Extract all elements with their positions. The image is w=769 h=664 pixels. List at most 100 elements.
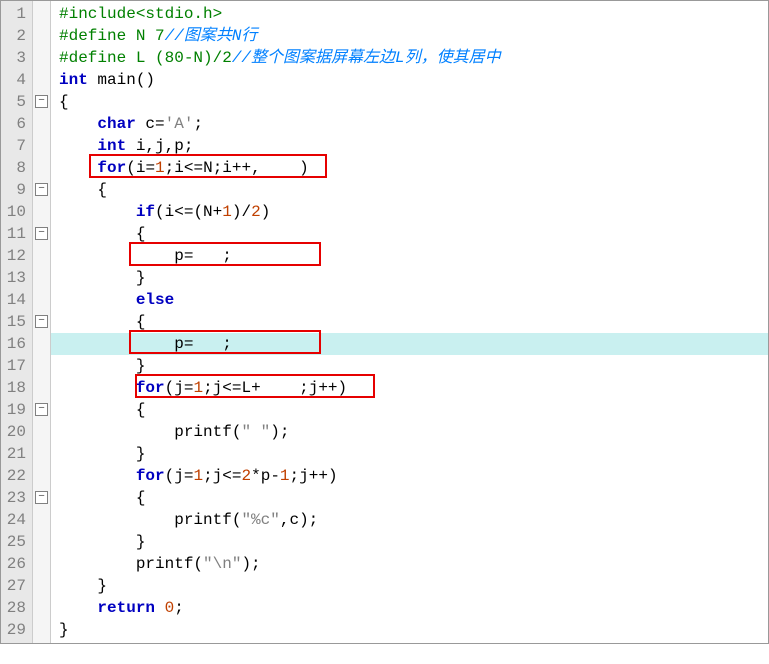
token-kw: int <box>97 137 135 155</box>
code-line: char c='A'; <box>59 113 768 135</box>
token-op: = ; <box>184 247 232 265</box>
token-br: ( <box>193 203 203 221</box>
line-number: 21 <box>5 443 26 465</box>
token-id: N <box>203 159 213 177</box>
token-op: ; <box>203 467 213 485</box>
token-op: <= <box>222 467 241 485</box>
line-number: 5 <box>5 91 26 113</box>
token-id: main <box>97 71 135 89</box>
code-line: else <box>59 289 768 311</box>
token-op: <= <box>174 203 193 221</box>
token-op: <= <box>222 379 241 397</box>
token-op: ; <box>290 467 300 485</box>
token-kw: if <box>136 203 155 221</box>
code-editor: 1234567891011121314151617181920212223242… <box>0 0 769 644</box>
token-op: + <box>213 203 223 221</box>
code-line: int main() <box>59 69 768 91</box>
line-number: 11 <box>5 223 26 245</box>
line-number: 23 <box>5 487 26 509</box>
token-cm: //图案共N行 <box>165 27 258 45</box>
code-line: printf(" "); <box>59 421 768 443</box>
token-id: j <box>174 467 184 485</box>
code-line: int i,j,p; <box>59 135 768 157</box>
line-number: 29 <box>5 619 26 641</box>
token-br: } <box>136 357 146 375</box>
token-op: / <box>241 203 251 221</box>
token-id: j <box>213 467 223 485</box>
token-nu: 0 <box>165 599 175 617</box>
token-nu: 1 <box>222 203 232 221</box>
token-op: = <box>155 115 165 133</box>
token-br: ( <box>165 467 175 485</box>
code-line: } <box>59 531 768 553</box>
fold-toggle-icon[interactable]: − <box>35 95 48 108</box>
token-br: ( <box>126 159 136 177</box>
token-op: ; <box>309 511 319 529</box>
code-line: } <box>59 575 768 597</box>
token-op: + ; <box>251 379 309 397</box>
token-br: ) <box>299 159 309 177</box>
code-line: { <box>59 91 768 113</box>
token-op: ; <box>251 555 261 573</box>
code-line: for(j=1;j<=L+ ;j++) <box>59 377 768 399</box>
line-number: 17 <box>5 355 26 377</box>
token-br: { <box>59 93 69 111</box>
line-number: 10 <box>5 201 26 223</box>
token-nu: 1 <box>280 467 290 485</box>
line-number: 4 <box>5 69 26 91</box>
token-st: "%c" <box>241 511 279 529</box>
line-number: 20 <box>5 421 26 443</box>
code-line: } <box>59 355 768 377</box>
line-number: 22 <box>5 465 26 487</box>
line-number: 12 <box>5 245 26 267</box>
fold-toggle-icon[interactable]: − <box>35 227 48 240</box>
code-line: #include<stdio.h> <box>59 3 768 25</box>
code-line: if(i<=(N+1)/2) <box>59 201 768 223</box>
line-number: 3 <box>5 47 26 69</box>
token-id: c <box>289 511 299 529</box>
token-br: ( <box>165 379 175 397</box>
code-line: { <box>59 487 768 509</box>
token-op: ; <box>213 159 223 177</box>
code-line: { <box>59 399 768 421</box>
fold-toggle-icon[interactable]: − <box>35 491 48 504</box>
token-br: ) <box>241 555 251 573</box>
token-br: ( <box>193 555 203 573</box>
token-nu: 2 <box>251 203 261 221</box>
fold-toggle-icon[interactable]: − <box>35 315 48 328</box>
token-id: j <box>299 467 309 485</box>
code-line: for(i=1;i<=N;i++, ) <box>59 157 768 179</box>
token-ch: 'A' <box>165 115 194 133</box>
token-br: ) <box>299 511 309 529</box>
token-pp: #include <box>59 5 136 23</box>
token-br: { <box>136 313 146 331</box>
token-nu: 1 <box>193 379 203 397</box>
token-kw: int <box>59 71 97 89</box>
line-number: 6 <box>5 113 26 135</box>
token-pp: #define N 7 <box>59 27 165 45</box>
token-kw: char <box>97 115 145 133</box>
line-number: 15 <box>5 311 26 333</box>
token-id: i <box>174 159 184 177</box>
token-br: { <box>97 181 107 199</box>
line-number-gutter: 1234567891011121314151617181920212223242… <box>1 1 33 643</box>
token-id: p <box>174 335 184 353</box>
code-line: p= ; <box>51 333 768 355</box>
line-number: 2 <box>5 25 26 47</box>
token-nu: 2 <box>241 467 251 485</box>
token-cm: //整个图案据屏幕左边L列，使其居中 <box>232 49 501 67</box>
fold-column: − − − − − − <box>33 1 51 643</box>
code-line: } <box>59 267 768 289</box>
token-nu: 1 <box>193 467 203 485</box>
line-number: 25 <box>5 531 26 553</box>
line-number: 13 <box>5 267 26 289</box>
token-kw: for <box>136 379 165 397</box>
fold-toggle-icon[interactable]: − <box>35 403 48 416</box>
line-number: 8 <box>5 157 26 179</box>
token-br: ) <box>261 203 271 221</box>
line-number: 26 <box>5 553 26 575</box>
token-op: ++ <box>318 379 337 397</box>
fold-toggle-icon[interactable]: − <box>35 183 48 196</box>
line-number: 28 <box>5 597 26 619</box>
token-op: , <box>280 511 290 529</box>
